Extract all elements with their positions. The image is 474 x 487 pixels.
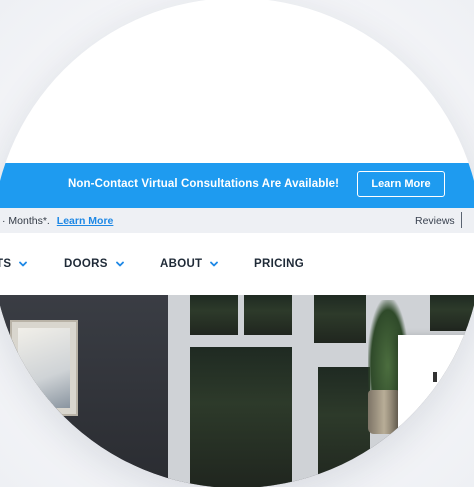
window-pane bbox=[314, 295, 366, 343]
window-pane bbox=[430, 295, 474, 331]
nav-item-label: DOORS bbox=[64, 258, 108, 270]
card-text-fragment bbox=[433, 372, 437, 382]
utility-bar: · Months*. Learn More Reviews bbox=[0, 208, 474, 233]
nav-item-doors[interactable]: DOORS bbox=[64, 258, 124, 270]
nav-item-label: PRICING bbox=[254, 258, 305, 270]
nav-item-windows[interactable]: TS bbox=[0, 258, 28, 270]
chevron-down-icon bbox=[115, 261, 124, 267]
window-pane bbox=[244, 295, 292, 335]
window-pane bbox=[318, 367, 370, 487]
nav-item-about[interactable]: ABOUT bbox=[160, 258, 219, 270]
promo-text-line: · Months*. Learn More bbox=[2, 215, 113, 227]
circular-viewport: Non-Contact Virtual Consultations Are Av… bbox=[0, 0, 474, 487]
chevron-down-icon bbox=[210, 261, 219, 267]
nav-item-pricing[interactable]: PRICING bbox=[254, 258, 304, 270]
banner-message: Non-Contact Virtual Consultations Are Av… bbox=[68, 178, 340, 190]
main-nav: TS DOORS ABOUT bbox=[0, 233, 474, 295]
nav-item-label: TS bbox=[0, 258, 12, 270]
nav-item-label: ABOUT bbox=[160, 258, 203, 270]
plant-pot bbox=[368, 390, 400, 434]
promo-learn-more-link[interactable]: Learn More bbox=[57, 215, 114, 227]
promo-text: · Months*. bbox=[2, 215, 50, 227]
page: Non-Contact Virtual Consultations Are Av… bbox=[0, 0, 474, 487]
reviews-link[interactable]: Reviews bbox=[415, 215, 455, 227]
wall-art bbox=[18, 328, 70, 408]
learn-more-button[interactable]: Learn More bbox=[357, 171, 445, 197]
chevron-down-icon bbox=[19, 261, 28, 267]
hero-image bbox=[0, 295, 474, 487]
wall-art-frame bbox=[10, 320, 78, 416]
window-pane bbox=[190, 347, 292, 487]
announcement-banner: Non-Contact Virtual Consultations Are Av… bbox=[0, 163, 474, 208]
utility-divider bbox=[461, 212, 462, 228]
window-pane bbox=[190, 295, 238, 335]
hero-overlay-card bbox=[398, 335, 474, 487]
